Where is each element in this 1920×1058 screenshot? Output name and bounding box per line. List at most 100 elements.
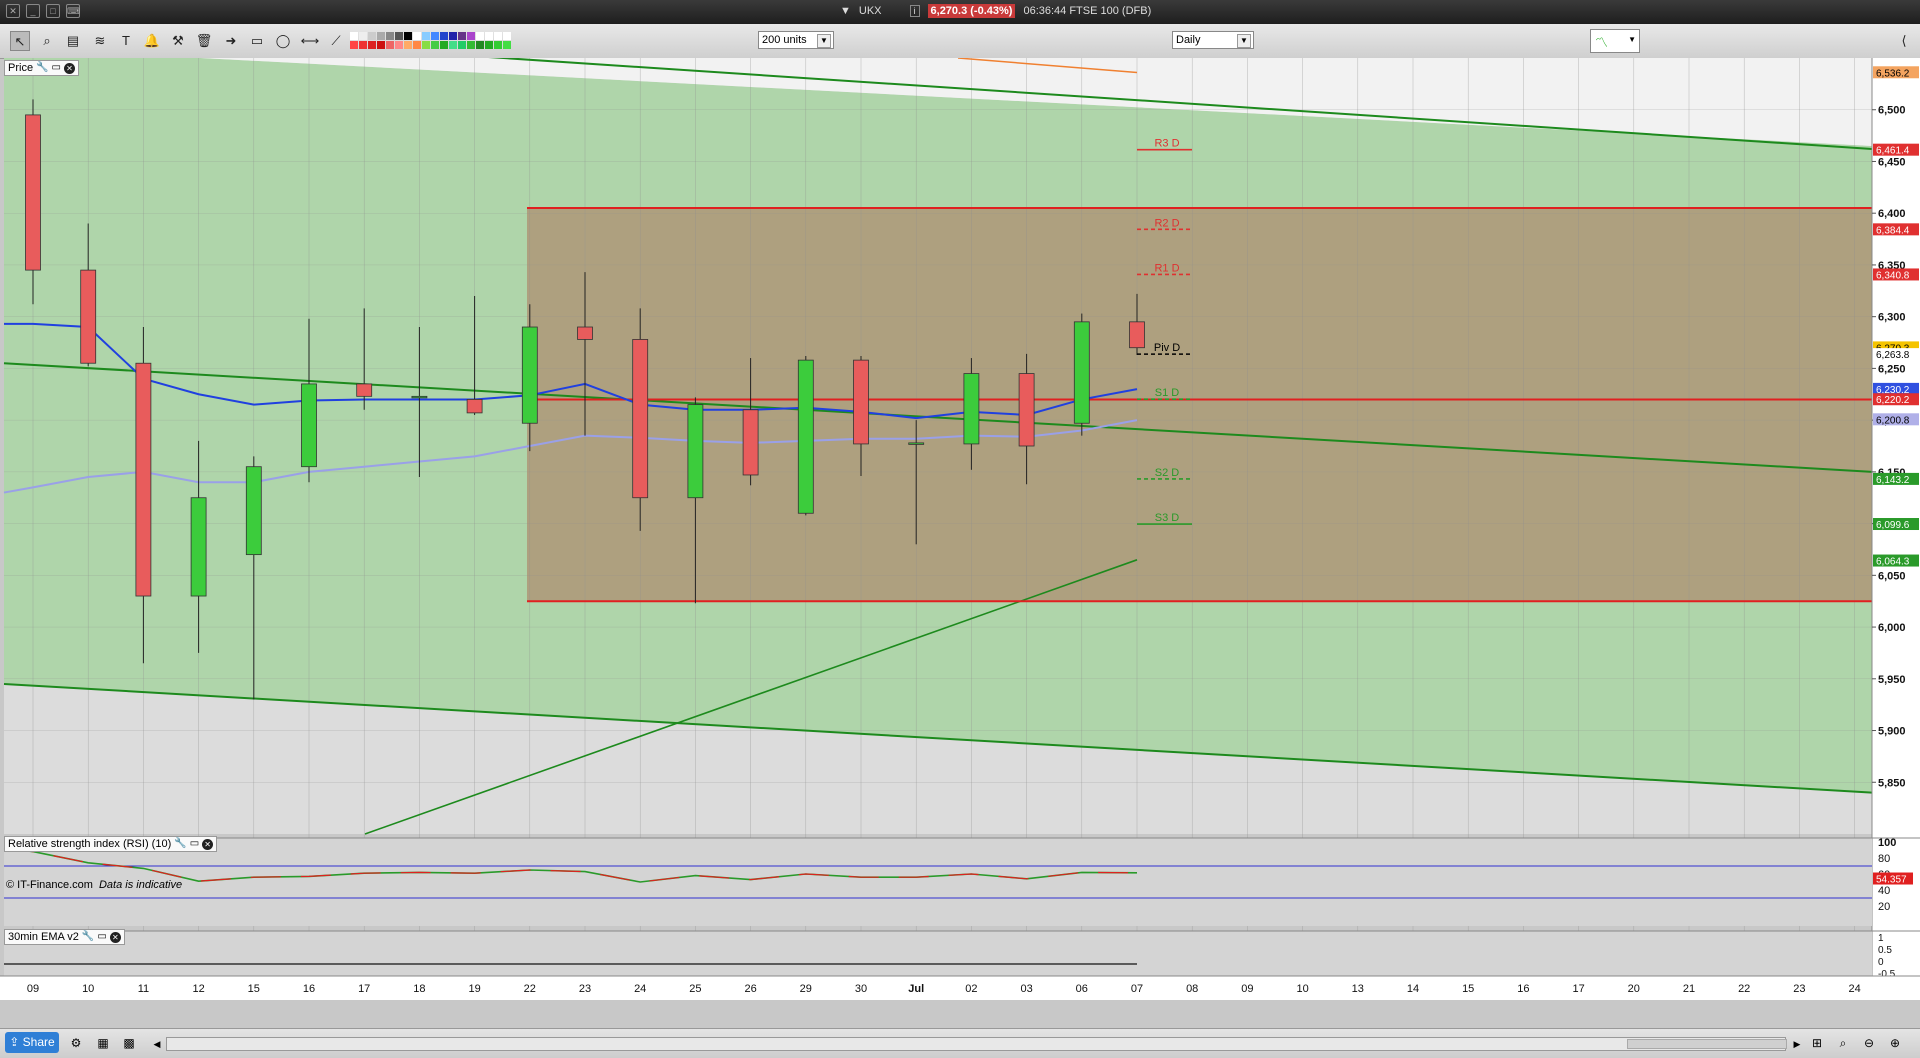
x-tick-label: 22 [524,983,536,995]
candle-body [466,399,483,414]
candle-body [963,373,980,445]
price-badge-label: 6,099.6 [1876,520,1910,531]
hammer-icon[interactable]: ⚒ [168,31,188,51]
close-panel-icon[interactable]: ✕ [63,62,75,74]
rsi-tick-label: 100 [1878,837,1896,849]
indicators-button[interactable]: 〽 ▼ [1590,29,1640,53]
ema-panel-header: 30min EMA v2 🔧 ▭ ✕ [4,929,125,945]
rsi-panel-header: Relative strength index (RSI) (10) 🔧 ▭ ✕ [4,836,218,852]
candle-body [411,395,428,399]
fib-icon[interactable]: ≋ [90,31,110,51]
instrument-dropdown-icon[interactable]: ▼ [840,5,851,17]
x-tick-label: 15 [1462,983,1474,995]
price-panel-title: Price [8,62,34,74]
pointer-icon[interactable]: ↖ [10,31,30,51]
candle-body [1018,373,1035,447]
x-tick-label: 23 [1793,983,1805,995]
bottom-bar: ⇪ Share ⚙ ▦ ▩ ◀ ▶ ⊞ ⌕ ⊖ ⊕ [0,1028,1920,1058]
layout-icon[interactable]: ▦ [94,1034,112,1052]
lasso-icon[interactable]: ◯ [273,31,293,51]
restore-window-icon[interactable]: □ [46,4,60,18]
color-swatches[interactable] [350,32,511,49]
x-tick-label: 24 [1848,983,1860,995]
share-button[interactable]: ⇪ Share [5,1032,59,1053]
minimize-window-icon[interactable]: _ [26,4,40,18]
x-tick-label: 12 [192,983,204,995]
price-badge-label: 6,536.2 [1876,68,1910,79]
chart-icon[interactable]: ▤ [63,31,83,51]
wrench-icon[interactable]: 🔧 [174,837,186,851]
x-tick-label: 02 [965,983,977,995]
x-tick-label: 18 [413,983,425,995]
price-badge-label: 6,064.3 [1876,557,1910,568]
zoom-out-icon[interactable]: ⊖ [1860,1034,1878,1052]
scroll-right-icon[interactable]: ▶ [1788,1035,1806,1053]
chart-area[interactable]: R3 D R2 D R1 D Piv D S1 D S2 D S3 D 6,500 6,450 6… [0,58,1920,1000]
y-tick-label: 5,950 [1878,674,1906,686]
price-badge-label: 6,143.2 [1876,475,1910,486]
pivot-label: R1 D [1154,262,1179,274]
text-icon[interactable]: T [116,31,136,51]
close-window-icon[interactable]: ✕ [6,4,20,18]
chart-settings-icon[interactable]: ⊞ [1808,1034,1826,1052]
x-tick-label: 09 [1241,983,1253,995]
window-icon[interactable]: ▭ [190,837,199,851]
zoom-in-icon[interactable]: ⊕ [1886,1034,1904,1052]
instrument-info: ▼ UKX i 6,270.3 (-0.43%) 06:36:44 FTSE 1… [840,4,1151,18]
candle-body [80,269,97,364]
chevron-down-icon: ▼ [817,34,831,48]
window-icon[interactable]: ▭ [52,61,61,75]
price-badge-label: 6,263.8 [1876,350,1910,361]
copyright-note: © IT-Finance.com Data is indicative [6,879,182,891]
ema-panel-bg [4,931,1872,976]
candle-body [632,339,649,499]
wrench-icon[interactable]: 🔧 [82,930,94,944]
candle-body [245,466,262,556]
units-select[interactable]: 200 units ▼ [758,31,834,49]
expand-right-icon[interactable]: ⟨ [1894,31,1914,51]
arrow-icon[interactable]: ➜ [221,31,241,51]
x-tick-label: 29 [800,983,812,995]
zoom-icon[interactable]: ⌕ [37,31,57,51]
drawing-toolbar: ↖ ⌕ ▤ ≋ T 🔔 ⚒ 🗑 ➜ ▭ ◯ ⟷ ⟋ 200 units ▼ Da… [0,24,1920,59]
rsi-value-label: 54.357 [1876,875,1907,886]
alert-bell-icon[interactable]: 🔔 [142,31,162,51]
x-tick-label: 03 [1020,983,1032,995]
trend-line-icon[interactable]: ⟋ [326,31,346,51]
x-tick-label: 17 [1572,983,1584,995]
chart-canvas[interactable]: R3 DR2 DR1 DPiv DS1 DS2 DS3 D6,5006,4506… [0,58,1920,1000]
scroll-left-icon[interactable]: ◀ [148,1035,166,1053]
candle-body [190,497,207,597]
keyboard-icon[interactable]: ⌨ [66,4,80,18]
wrench-icon[interactable]: 🔧 [36,61,48,75]
price-badge-label: 6,220.2 [1876,395,1910,406]
scrollbar-thumb[interactable] [1627,1039,1787,1049]
trash-icon[interactable]: 🗑 [194,31,214,51]
chevron-down-icon: ▼ [1237,34,1251,48]
x-tick-label: Jul [908,983,924,995]
y-tick-label: 6,400 [1878,208,1906,220]
close-panel-icon[interactable]: ✕ [202,838,214,850]
y-tick-label: 6,500 [1878,105,1906,117]
symbol-label: UKX [858,5,882,17]
time-scrollbar[interactable] [166,1037,1787,1051]
close-panel-icon[interactable]: ✕ [109,931,121,943]
price-change-badge: 6,270.3 (-0.43%) [927,4,1016,18]
x-tick-label: 24 [634,983,646,995]
rectangle-icon[interactable]: ▭ [247,31,267,51]
layers-icon[interactable]: ⚙ [67,1034,85,1052]
x-tick-label: 10 [82,983,94,995]
x-tick-label: 19 [468,983,480,995]
x-tick-label: 16 [303,983,315,995]
period-select[interactable]: Daily ▼ [1172,31,1254,49]
zoom-fit-icon[interactable]: ⌕ [1834,1034,1852,1052]
horizontal-line-icon[interactable]: ⟷ [300,31,320,51]
rsi-panel-bg [4,838,1872,926]
x-tick-label: 15 [248,983,260,995]
indicators-icon: 〽 [1595,35,1609,50]
info-icon[interactable]: i [909,5,920,17]
window-icon[interactable]: ▭ [97,930,106,944]
grid-icon[interactable]: ▩ [120,1034,138,1052]
candle-body [301,383,317,468]
candle-body [687,404,704,499]
